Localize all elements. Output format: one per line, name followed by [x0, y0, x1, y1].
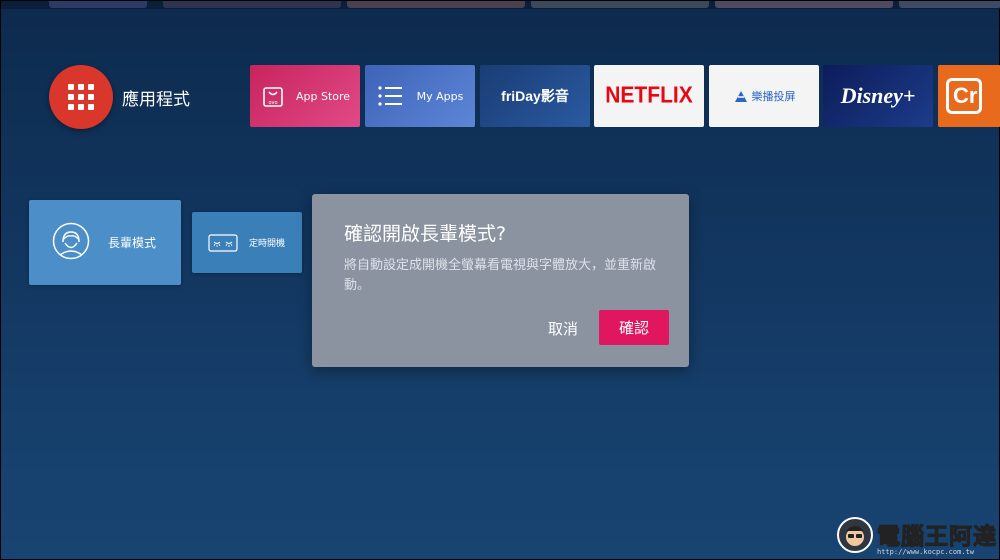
app-tile-crunchy[interactable]: Cr — [938, 65, 1000, 127]
senior-mode-tile[interactable]: 長輩模式 — [29, 200, 181, 285]
app-tile-disney[interactable]: Disney+ — [823, 65, 933, 127]
elder-face-icon — [52, 222, 90, 260]
netflix-logo: NETFLIX — [605, 82, 693, 109]
grid-icon — [68, 84, 94, 110]
mascot-face-icon — [837, 517, 873, 553]
watermark-title: 電腦王阿達 — [877, 524, 997, 551]
confirm-button[interactable]: 確認 — [599, 310, 669, 345]
app-store-label: App Store — [295, 89, 351, 103]
svg-text:ovo: ovo — [268, 100, 277, 106]
senior-mode-label: 長輩模式 — [108, 236, 157, 250]
crunchy-logo: Cr — [946, 78, 982, 114]
top-content-strip — [1, 1, 1000, 9]
sleep-eyes-icon — [208, 234, 238, 252]
disney-logo: Disney+ — [840, 83, 916, 108]
watermark-url: http://www.kocpc.com.tw — [877, 548, 974, 556]
my-apps-label: My Apps — [416, 89, 464, 103]
confirm-senior-mode-dialog: 確認開啟長輩模式? 將自動設定成開機全螢幕看電視與字體放大，並重新啟動。 取消 … — [312, 194, 689, 367]
app-tile-lebo[interactable]: 樂播投屏 — [709, 65, 819, 127]
timer-power-on-tile[interactable]: 定時開機 — [192, 212, 302, 273]
shopping-bag-icon: ovo — [263, 87, 283, 107]
app-tile-friday[interactable]: friDay影音 — [480, 65, 590, 127]
timer-power-on-label: 定時開機 — [249, 239, 286, 249]
apps-row-title: 應用程式 — [122, 90, 190, 110]
app-tile-netflix[interactable]: NETFLIX — [594, 65, 704, 127]
apps-launcher-button[interactable] — [49, 65, 113, 129]
dialog-message: 將自動設定成開機全螢幕看電視與字體放大，並重新啟動。 — [344, 258, 657, 293]
app-tile-my-apps[interactable]: My Apps — [365, 65, 475, 127]
lebo-label: 樂播投屏 — [751, 90, 796, 103]
cancel-button[interactable]: 取消 — [538, 312, 588, 344]
watermark: 電腦王阿達 http://www.kocpc.com.tw — [837, 517, 997, 557]
friday-logo: friDay影音 — [501, 88, 569, 104]
cast-icon — [734, 91, 747, 102]
app-tile-app-store[interactable]: ovo App Store — [250, 65, 360, 127]
dialog-title: 確認開啟長輩模式? — [344, 223, 507, 245]
list-icon — [378, 86, 402, 106]
